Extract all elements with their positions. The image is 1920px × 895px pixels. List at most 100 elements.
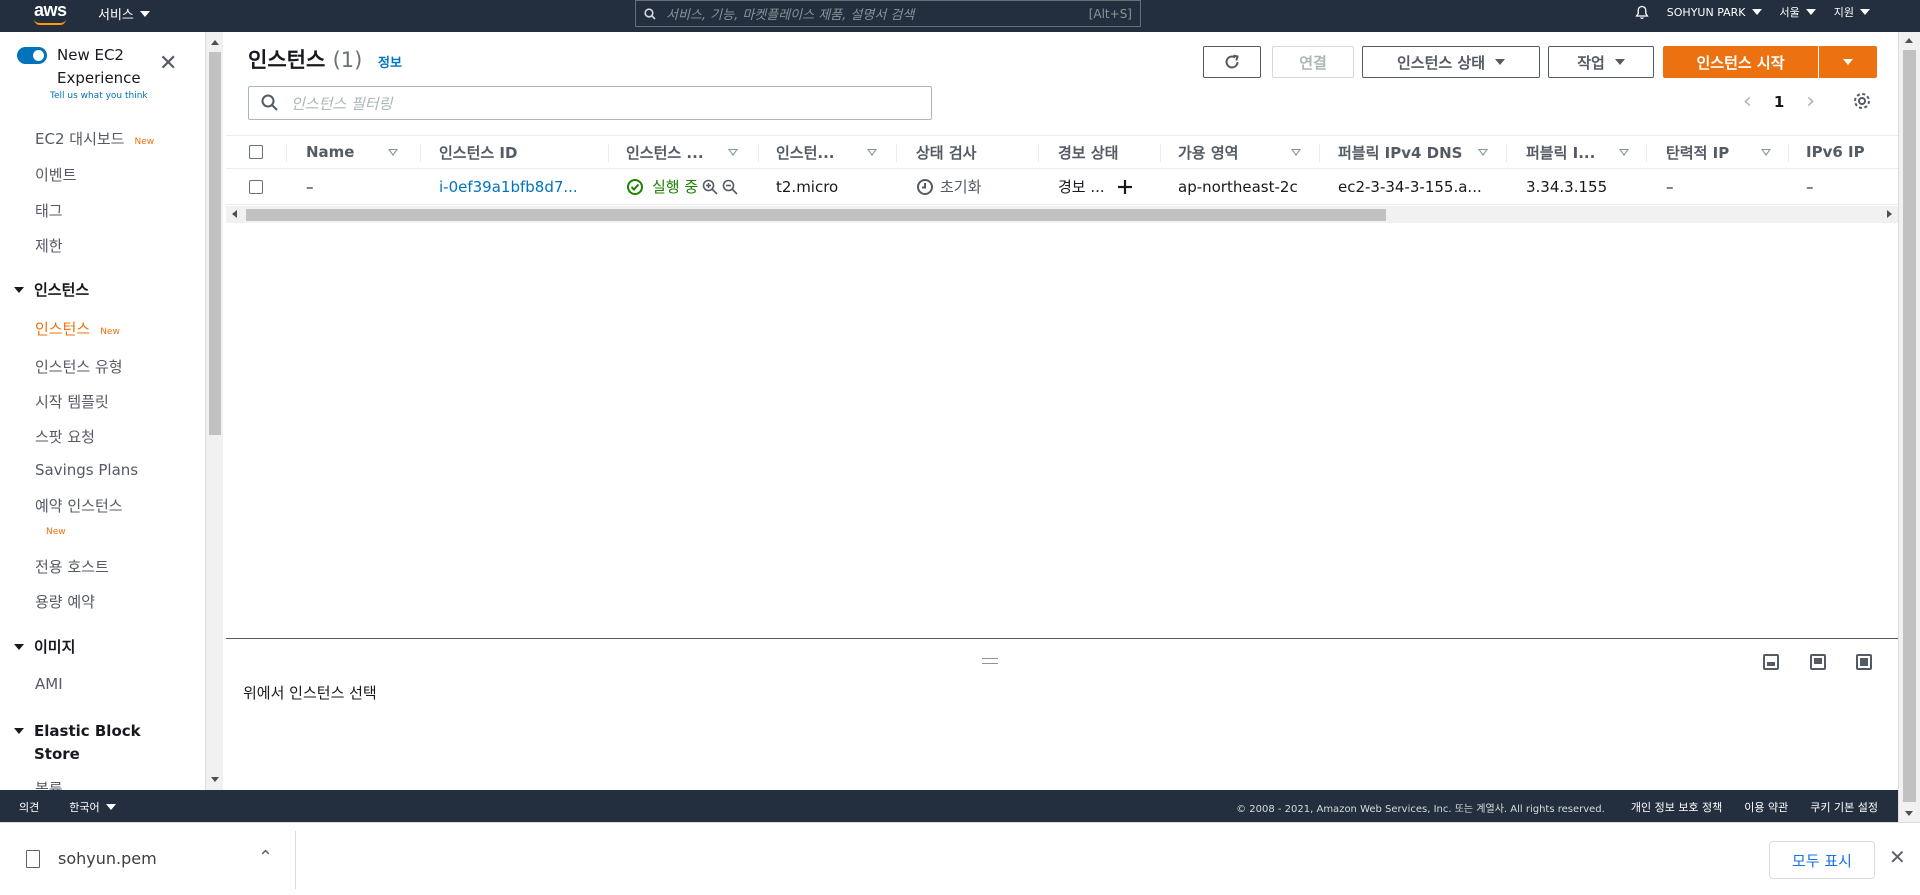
checkbox[interactable]	[249, 179, 263, 194]
sort-icon[interactable]	[867, 149, 877, 156]
caret-down-icon	[1495, 59, 1506, 65]
region-menu[interactable]: 서울	[1780, 4, 1816, 20]
split-full-icon[interactable]	[1856, 654, 1872, 670]
cell-public-ip: 3.34.3.155	[1526, 177, 1608, 196]
row-checkbox[interactable]	[249, 169, 263, 204]
services-menu-button[interactable]: 서비스	[98, 4, 150, 23]
sidebar-item-capacity-reservations[interactable]: 용량 예약	[35, 591, 95, 612]
page-number[interactable]: 1	[1774, 93, 1784, 111]
sidebar-item-savings-plans[interactable]: Savings Plans	[35, 461, 138, 479]
sidebar-section-ebs[interactable]: Elastic Block Store	[14, 720, 141, 766]
chevron-up-icon[interactable]: ⌃	[258, 847, 273, 868]
bell-icon[interactable]	[1635, 5, 1649, 20]
scroll-right-icon[interactable]	[1887, 210, 1892, 218]
language-selector[interactable]: 한국어	[69, 799, 116, 815]
sidebar-item-instance-types[interactable]: 인스턴스 유형	[35, 356, 123, 377]
info-link[interactable]: 정보	[378, 52, 402, 71]
sort-icon[interactable]	[1291, 149, 1301, 156]
privacy-link[interactable]: 개인 정보 보호 정책	[1631, 799, 1722, 815]
copyright-text: © 2008 - 2021, Amazon Web Services, Inc.…	[1236, 803, 1605, 815]
page-scrollbar[interactable]	[1898, 32, 1920, 822]
refresh-button[interactable]	[1203, 46, 1261, 78]
drag-handle-icon[interactable]	[982, 658, 998, 664]
sidebar-scrollbar[interactable]	[205, 32, 223, 790]
feedback-link[interactable]: Tell us what you think	[50, 91, 148, 101]
column-header-availability-zone[interactable]: 가용 영역	[1178, 136, 1278, 168]
launch-dropdown-button[interactable]	[1819, 46, 1877, 78]
feedback-link[interactable]: 의견	[19, 799, 39, 815]
scrollbar-thumb[interactable]	[1903, 50, 1916, 802]
sidebar-item-dedicated-hosts[interactable]: 전용 호스트	[35, 556, 109, 577]
checkbox[interactable]	[249, 145, 263, 159]
panel-fill	[1767, 662, 1775, 666]
column-header-instance-state[interactable]: 인스턴스 ...	[626, 136, 726, 168]
sidebar-item-limits[interactable]: 제한	[35, 235, 63, 256]
scroll-left-icon[interactable]	[232, 210, 237, 218]
sort-icon[interactable]	[1619, 149, 1629, 156]
column-header-alarm-status[interactable]: 경보 상태	[1058, 136, 1158, 168]
scroll-up-icon[interactable]	[1905, 38, 1913, 43]
instance-state-button[interactable]: 인스턴스 상태	[1362, 46, 1540, 78]
sidebar-item-events[interactable]: 이벤트	[35, 164, 76, 185]
cell-name[interactable]: –	[306, 169, 314, 204]
add-alarm-icon[interactable]	[1117, 179, 1133, 195]
sort-icon[interactable]	[1761, 149, 1771, 156]
scrollbar-thumb[interactable]	[209, 52, 221, 435]
global-search-input[interactable]: 서비스, 기능, 마켓플레이스 제품, 설명서 검색 [Alt+S]	[635, 0, 1141, 27]
terms-link[interactable]: 이용 약관	[1744, 799, 1788, 815]
scroll-up-icon[interactable]	[211, 40, 219, 45]
cell-instance-id-link[interactable]: i-0ef39a1bfb8d7...	[439, 169, 589, 204]
chevron-right-icon[interactable]: ›	[1806, 89, 1815, 114]
cookie-preferences-link[interactable]: 쿠키 기본 설정	[1810, 799, 1878, 815]
scrollbar-thumb[interactable]	[246, 209, 1386, 221]
sidebar-item-launch-templates[interactable]: 시작 템플릿	[35, 391, 109, 412]
sidebar-item-spot-requests[interactable]: 스팟 요청	[35, 426, 95, 447]
support-menu[interactable]: 지원	[1834, 4, 1870, 20]
table-horizontal-scrollbar[interactable]	[226, 206, 1898, 223]
sidebar-item-reserved-instances[interactable]: 예약 인스턴스	[35, 495, 123, 516]
aws-logo[interactable]: aws	[34, 0, 67, 21]
sidebar-item-instances[interactable]: 인스턴스 New	[35, 318, 120, 339]
table-row[interactable]: – i-0ef39a1bfb8d7... 실행 중 t2.micro 초기화 경…	[226, 169, 1898, 205]
column-header-elastic-ip[interactable]: 탄력적 IP	[1666, 136, 1766, 168]
show-all-downloads-button[interactable]: 모두 표시	[1769, 841, 1875, 879]
launch-instances-button[interactable]: 인스턴스 시작	[1663, 46, 1818, 78]
zoom-in-icon[interactable]	[702, 179, 718, 195]
instance-filter-input[interactable]: 인스턴스 필터링	[248, 86, 932, 120]
connect-button[interactable]: 연결	[1272, 46, 1354, 78]
sidebar-item-ami[interactable]: AMI	[35, 675, 63, 693]
new-experience-toggle[interactable]	[17, 47, 47, 64]
split-bottom-icon[interactable]	[1763, 654, 1779, 670]
gear-icon[interactable]	[1852, 91, 1872, 111]
download-item[interactable]: sohyun.pem	[26, 849, 157, 868]
chevron-left-icon[interactable]: ‹	[1743, 89, 1752, 114]
actions-button[interactable]: 작업	[1548, 46, 1654, 78]
sort-icon[interactable]	[728, 149, 738, 156]
scroll-down-icon[interactable]	[1905, 811, 1913, 816]
column-header-public-dns[interactable]: 퍼블릭 IPv4 DNS	[1338, 136, 1478, 168]
close-icon[interactable]: ✕	[1889, 845, 1906, 869]
sort-icon[interactable]	[1478, 149, 1488, 156]
pagination: ‹ 1 ›	[1743, 89, 1815, 114]
column-header-instance-type[interactable]: 인스턴...	[776, 136, 856, 168]
select-all-checkbox[interactable]	[249, 136, 263, 168]
actions-label: 작업	[1577, 53, 1605, 72]
column-header-ipv6[interactable]: IPv6 IP	[1806, 136, 1898, 168]
sidebar-section-instances[interactable]: 인스턴스	[14, 279, 89, 302]
close-icon[interactable]: ✕	[159, 53, 177, 75]
account-menu[interactable]: SOHYUN PARK	[1667, 6, 1762, 19]
column-header-status-check[interactable]: 상태 검사	[916, 136, 1016, 168]
caret-down-icon	[1860, 9, 1870, 15]
cell-instance-type: t2.micro	[776, 177, 839, 196]
column-header-public-ip[interactable]: 퍼블릭 I...	[1526, 136, 1616, 168]
sidebar-item-tags[interactable]: 태그	[35, 200, 63, 221]
zoom-out-icon[interactable]	[722, 179, 738, 195]
sidebar-section-images[interactable]: 이미지	[14, 636, 75, 659]
split-side-icon[interactable]	[1810, 654, 1826, 670]
column-header-instance-id[interactable]: 인스턴스 ID	[439, 136, 579, 168]
sort-icon[interactable]	[388, 149, 398, 156]
column-header-name[interactable]: Name	[306, 136, 386, 168]
sidebar-item-volumes[interactable]: 볼륨	[35, 778, 63, 790]
sidebar-item-ec2-dashboard[interactable]: EC2 대시보드 New	[35, 128, 154, 149]
scroll-down-icon[interactable]	[211, 777, 219, 782]
